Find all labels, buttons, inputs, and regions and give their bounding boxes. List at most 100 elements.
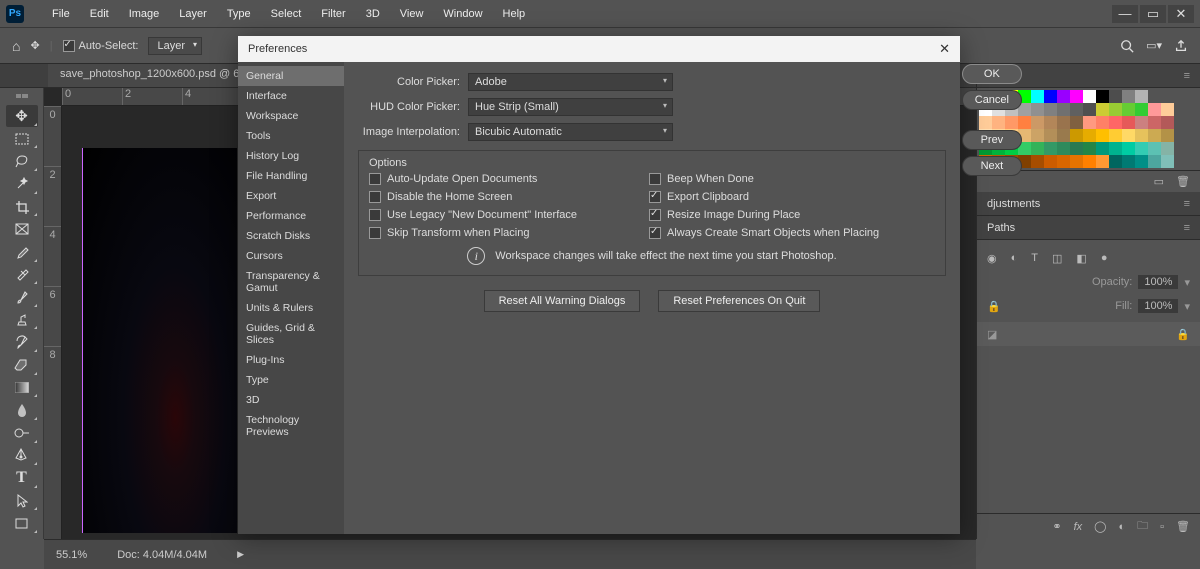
opt-export-clip[interactable]: Export Clipboard [649,191,935,203]
prefs-cat-units-rulers[interactable]: Units & Rulers [238,298,344,318]
swatch[interactable] [1070,103,1083,116]
lasso-tool[interactable] [6,150,38,172]
menu-select[interactable]: Select [261,8,312,20]
swatch[interactable] [1135,142,1148,155]
prefs-cat-workspace[interactable]: Workspace [238,106,344,126]
swatch[interactable] [1135,155,1148,168]
menu-filter[interactable]: Filter [311,8,355,20]
magic-wand-tool[interactable] [6,173,38,195]
swatch[interactable] [1096,103,1109,116]
swatch[interactable] [1070,116,1083,129]
swatch[interactable] [1109,142,1122,155]
swatch[interactable] [1109,129,1122,142]
swatch[interactable] [1083,116,1096,129]
layer-thumb-icon[interactable]: ◪ [987,328,997,341]
delete-layer-icon[interactable]: 🗑 [1176,520,1190,533]
swatch[interactable] [1044,155,1057,168]
swatch[interactable] [1122,129,1135,142]
opt-disable-home[interactable]: Disable the Home Screen [369,191,649,203]
gradient-tool[interactable] [6,377,38,399]
prefs-cat-export[interactable]: Export [238,186,344,206]
swatch[interactable] [1161,116,1174,129]
next-button[interactable]: Next [962,156,1022,176]
filter-smart-icon[interactable]: ◧ [1076,252,1086,265]
pen-tool[interactable] [6,445,38,467]
filter-shape-icon[interactable]: ◫ [1052,252,1062,265]
prefs-cat--d[interactable]: 3D [238,390,344,410]
swatch[interactable] [1044,129,1057,142]
swatch[interactable] [1057,155,1070,168]
dodge-tool[interactable] [6,422,38,444]
menu-layer[interactable]: Layer [169,8,217,20]
swatch[interactable] [1122,90,1135,103]
swatch[interactable] [1096,90,1109,103]
home-icon[interactable]: ⌂ [12,38,20,54]
swatch[interactable] [1057,142,1070,155]
swatch[interactable] [1135,90,1148,103]
swatch[interactable] [1057,103,1070,116]
fx-icon[interactable]: fx [1074,521,1083,533]
swatch[interactable] [1083,129,1096,142]
swatch[interactable] [1109,90,1122,103]
close-button[interactable]: ✕ [1168,5,1194,23]
toolbox-collapse-icon[interactable] [16,94,28,101]
prefs-cat-transparency-gamut[interactable]: Transparency & Gamut [238,266,344,298]
prefs-cat-performance[interactable]: Performance [238,206,344,226]
opt-resize-place[interactable]: Resize Image During Place [649,209,935,221]
swatch[interactable] [1122,116,1135,129]
link-layers-icon[interactable]: ⚭ [1052,520,1061,533]
swatch[interactable] [1161,103,1174,116]
swatch[interactable] [1148,155,1161,168]
swatch[interactable] [1044,103,1057,116]
swatch[interactable] [1096,142,1109,155]
share-icon[interactable] [1174,39,1188,53]
menu-window[interactable]: Window [433,8,492,20]
swatch[interactable] [1096,155,1109,168]
swatch[interactable] [1031,90,1044,103]
swatch[interactable] [1109,116,1122,129]
color-picker-select[interactable]: Adobe [468,73,673,91]
swatch[interactable] [1031,103,1044,116]
filter-dot-icon[interactable]: ● [1101,252,1108,264]
prefs-cat-plug-ins[interactable]: Plug-Ins [238,350,344,370]
eraser-tool[interactable] [6,354,38,376]
menu-edit[interactable]: Edit [80,8,119,20]
reset-warnings-button[interactable]: Reset All Warning Dialogs [484,290,641,312]
prev-button[interactable]: Prev [962,130,1022,150]
swatch[interactable] [1031,142,1044,155]
fill-field[interactable]: 100% [1138,299,1178,313]
lock-icon[interactable]: 🔒 [987,300,1001,313]
prefs-cat-tools[interactable]: Tools [238,126,344,146]
prefs-cat-interface[interactable]: Interface [238,86,344,106]
eyedropper-tool[interactable] [6,241,38,263]
swatch[interactable] [1161,155,1174,168]
document-tab[interactable]: save_photoshop_1200x600.psd @ 63... [48,64,268,87]
auto-select-checkbox[interactable]: Auto-Select: [63,40,139,52]
paths-panel-tab[interactable]: Paths≡ [977,216,1200,240]
swatch[interactable] [1161,142,1174,155]
opt-smart-obj[interactable]: Always Create Smart Objects when Placing [649,227,935,239]
menu-type[interactable]: Type [217,8,261,20]
swatch[interactable] [1122,155,1135,168]
swatch[interactable] [1135,116,1148,129]
opt-beep[interactable]: Beep When Done [649,173,935,185]
search-icon[interactable] [1120,39,1134,53]
swatch[interactable] [1109,155,1122,168]
swatch[interactable] [1083,103,1096,116]
shape-tool[interactable] [6,512,38,534]
swatch[interactable] [1148,129,1161,142]
filter-adjust-icon[interactable]: ◐ [1011,252,1018,264]
zoom-level[interactable]: 55.1% [56,549,87,561]
swatch[interactable] [1122,142,1135,155]
ruler-vertical[interactable]: 02468 [44,106,62,539]
blur-tool[interactable] [6,399,38,421]
swatch[interactable] [1083,90,1096,103]
prefs-cat-cursors[interactable]: Cursors [238,246,344,266]
type-tool[interactable]: T [6,467,38,489]
minimize-button[interactable]: — [1112,5,1138,23]
swatch[interactable] [1148,103,1161,116]
path-select-tool[interactable] [6,490,38,512]
swatch[interactable] [1148,142,1161,155]
dialog-close-icon[interactable]: ✕ [939,41,950,57]
opt-skip-transform[interactable]: Skip Transform when Placing [369,227,649,239]
